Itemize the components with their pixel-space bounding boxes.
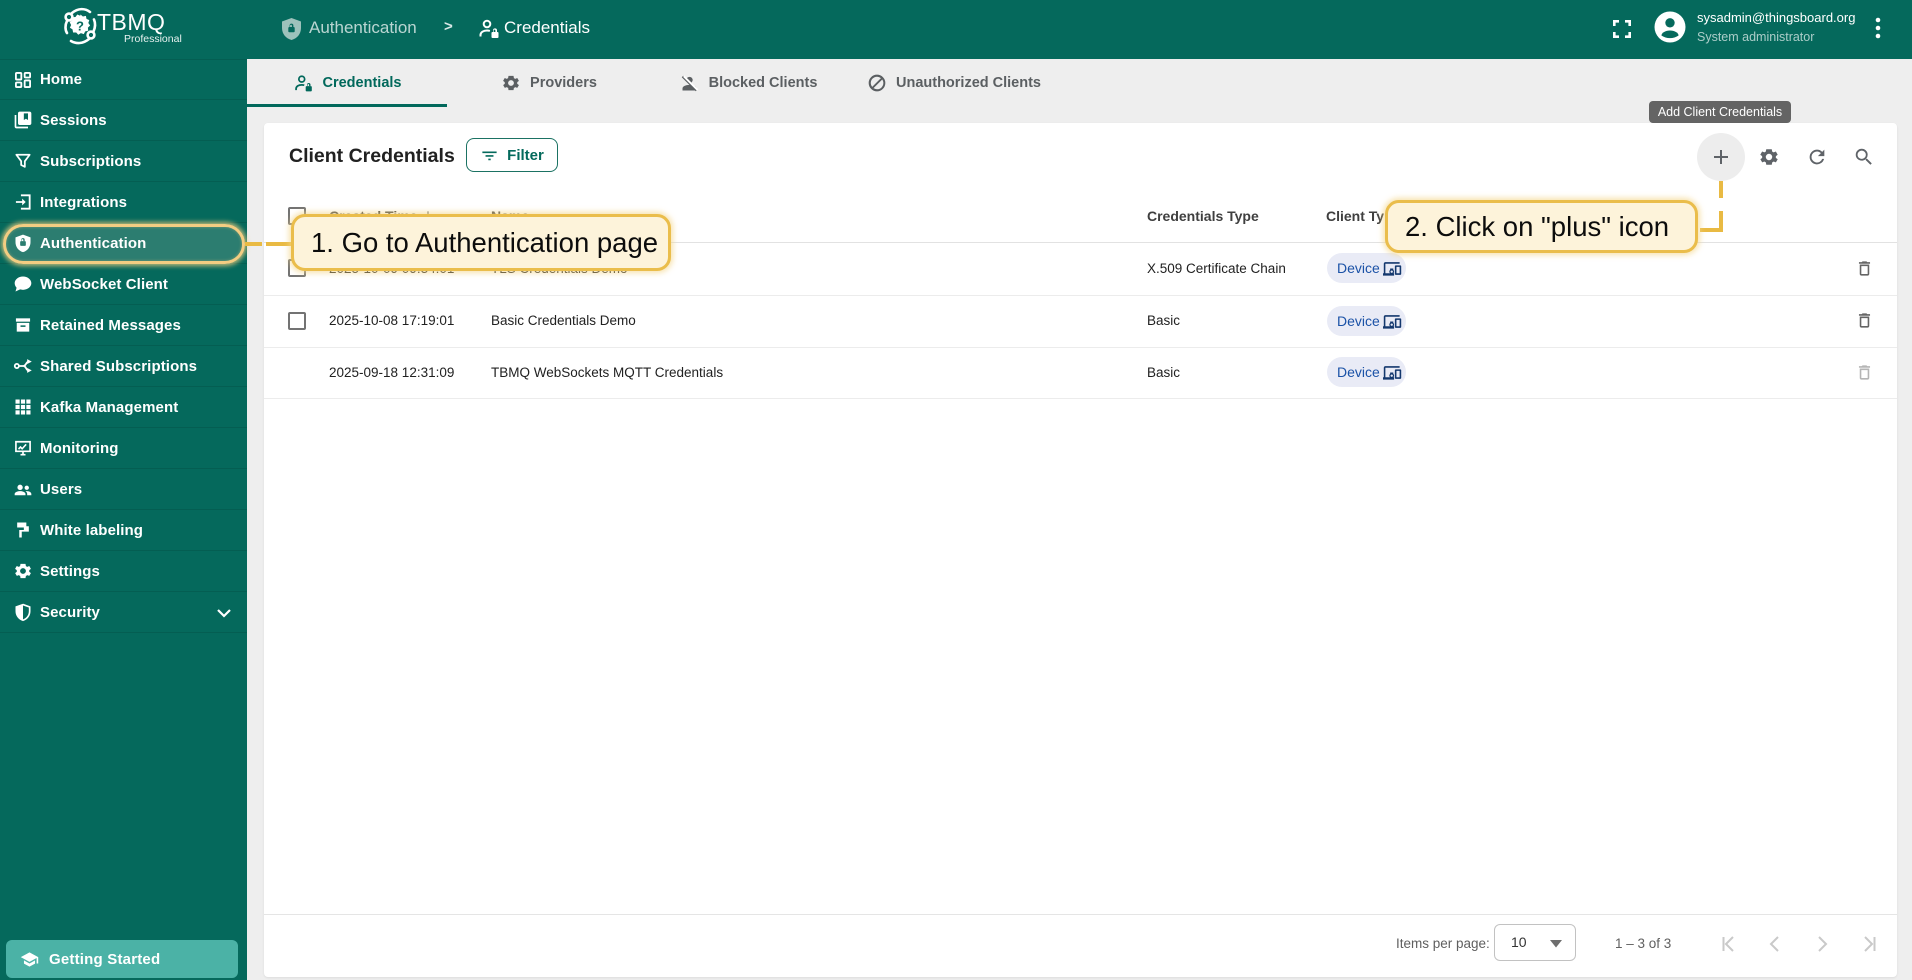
svg-text:?: ? [76,19,84,34]
